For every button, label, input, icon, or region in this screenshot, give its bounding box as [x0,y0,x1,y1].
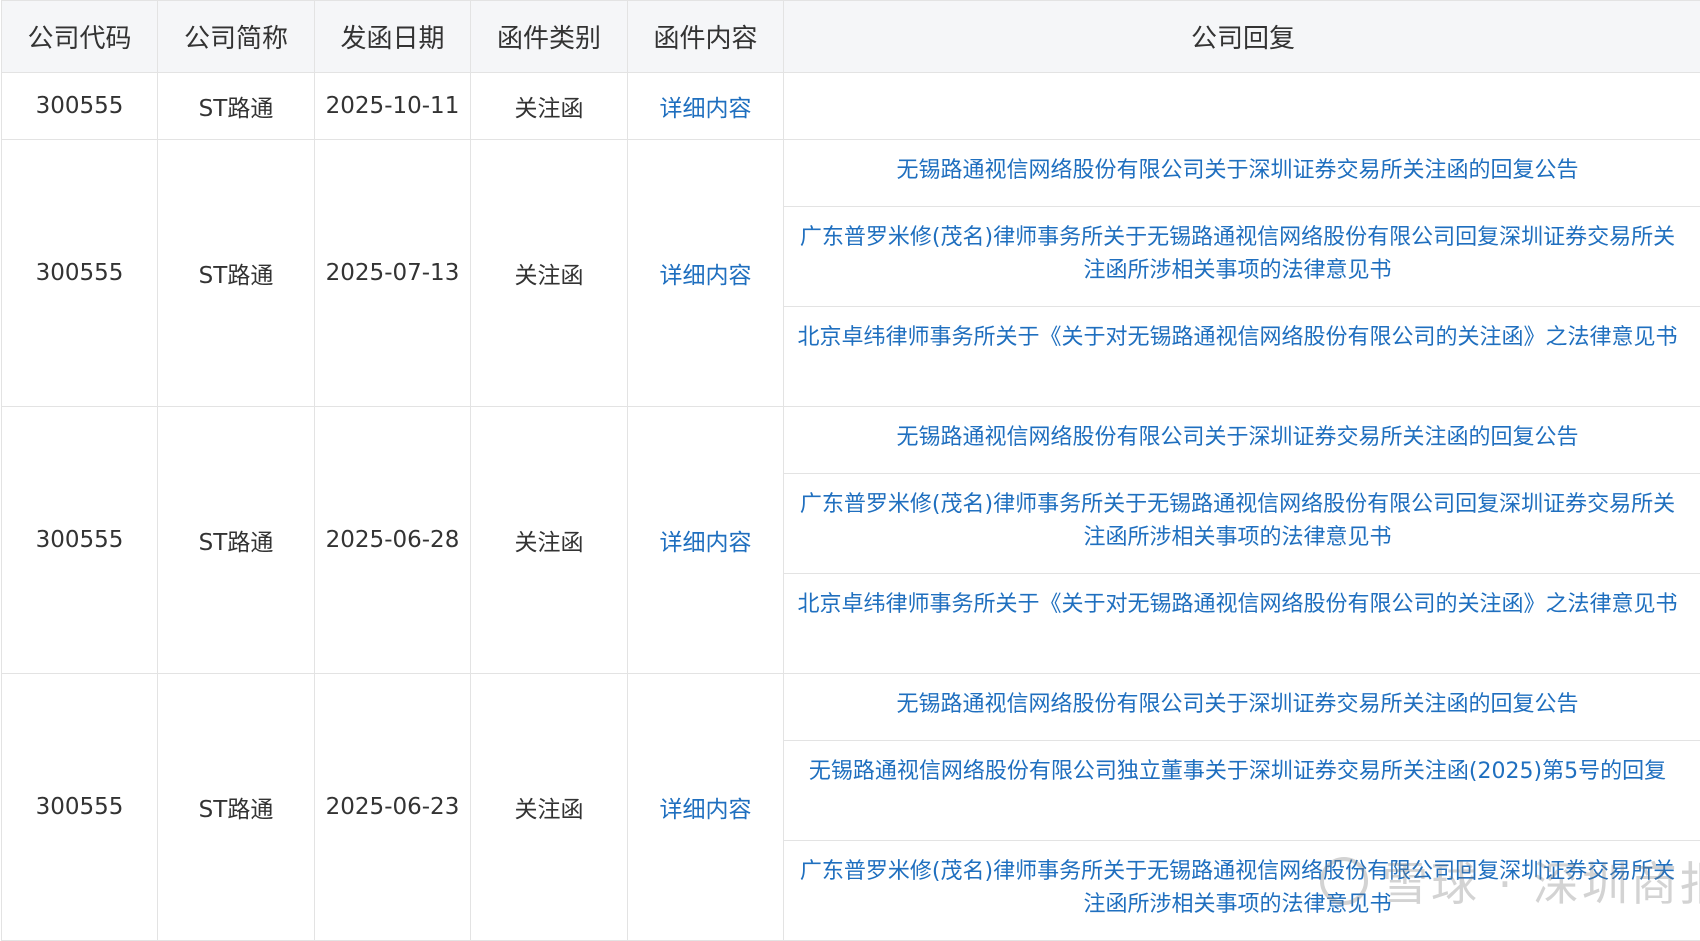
detail-content-link[interactable]: 详细内容 [628,140,784,407]
issue-date-cell: 2025-07-13 [315,140,471,407]
header-company-reply: 公司回复 [784,1,1700,73]
reply-link[interactable]: 广东普罗米修(茂名)律师事务所关于无锡路通视信网络股份有限公司回复深圳证券交易所… [784,840,1700,940]
reply-link[interactable]: 无锡路通视信网络股份有限公司关于深圳证券交易所关注函的回复公告 [784,674,1700,740]
company-code-cell: 300555 [2,140,158,407]
reply-link[interactable]: 北京卓纬律师事务所关于《关于对无锡路通视信网络股份有限公司的关注函》之法律意见书 [784,573,1700,673]
letter-type-cell: 关注函 [471,674,628,941]
company-name-cell: ST路通 [158,674,315,941]
detail-content-link[interactable]: 详细内容 [628,73,784,140]
inquiry-letters-table: 公司代码 公司简称 发函日期 函件类别 函件内容 公司回复 300555 ST路… [1,0,1700,941]
company-reply-cell [784,73,1700,140]
company-code-cell: 300555 [2,73,158,140]
letter-type-cell: 关注函 [471,73,628,140]
table-row: 300555 ST路通 2025-07-13 关注函 详细内容 无锡路通视信网络… [2,140,1700,407]
header-letter-content: 函件内容 [628,1,784,73]
reply-link[interactable]: 无锡路通视信网络股份有限公司独立董事关于深圳证券交易所关注函(2025)第5号的… [784,740,1700,840]
letter-type-cell: 关注函 [471,407,628,674]
company-reply-cell: 无锡路通视信网络股份有限公司关于深圳证券交易所关注函的回复公告 广东普罗米修(茂… [784,140,1700,407]
letter-type-cell: 关注函 [471,140,628,407]
reply-link[interactable]: 广东普罗米修(茂名)律师事务所关于无锡路通视信网络股份有限公司回复深圳证券交易所… [784,206,1700,306]
company-reply-cell: 无锡路通视信网络股份有限公司关于深圳证券交易所关注函的回复公告 广东普罗米修(茂… [784,407,1700,674]
company-name-cell: ST路通 [158,73,315,140]
company-name-cell: ST路通 [158,407,315,674]
company-code-cell: 300555 [2,674,158,941]
table-row: 300555 ST路通 2025-06-28 关注函 详细内容 无锡路通视信网络… [2,407,1700,674]
table-row: 300555 ST路通 2025-06-23 关注函 详细内容 无锡路通视信网络… [2,674,1700,941]
reply-link[interactable]: 广东普罗米修(茂名)律师事务所关于无锡路通视信网络股份有限公司回复深圳证券交易所… [784,473,1700,573]
reply-link[interactable]: 北京卓纬律师事务所关于《关于对无锡路通视信网络股份有限公司的关注函》之法律意见书 [784,306,1700,406]
header-company-code: 公司代码 [2,1,158,73]
table-row: 300555 ST路通 2025-10-11 关注函 详细内容 [2,73,1700,140]
table-header-row: 公司代码 公司简称 发函日期 函件类别 函件内容 公司回复 [2,1,1700,73]
header-company-name: 公司简称 [158,1,315,73]
company-code-cell: 300555 [2,407,158,674]
issue-date-cell: 2025-06-23 [315,674,471,941]
company-reply-cell: 无锡路通视信网络股份有限公司关于深圳证券交易所关注函的回复公告 无锡路通视信网络… [784,674,1700,941]
reply-link[interactable]: 无锡路通视信网络股份有限公司关于深圳证券交易所关注函的回复公告 [784,407,1700,473]
reply-link[interactable]: 无锡路通视信网络股份有限公司关于深圳证券交易所关注函的回复公告 [784,140,1700,206]
detail-content-link[interactable]: 详细内容 [628,407,784,674]
header-letter-type: 函件类别 [471,1,628,73]
detail-content-link[interactable]: 详细内容 [628,674,784,941]
company-name-cell: ST路通 [158,140,315,407]
issue-date-cell: 2025-06-28 [315,407,471,674]
issue-date-cell: 2025-10-11 [315,73,471,140]
header-issue-date: 发函日期 [315,1,471,73]
